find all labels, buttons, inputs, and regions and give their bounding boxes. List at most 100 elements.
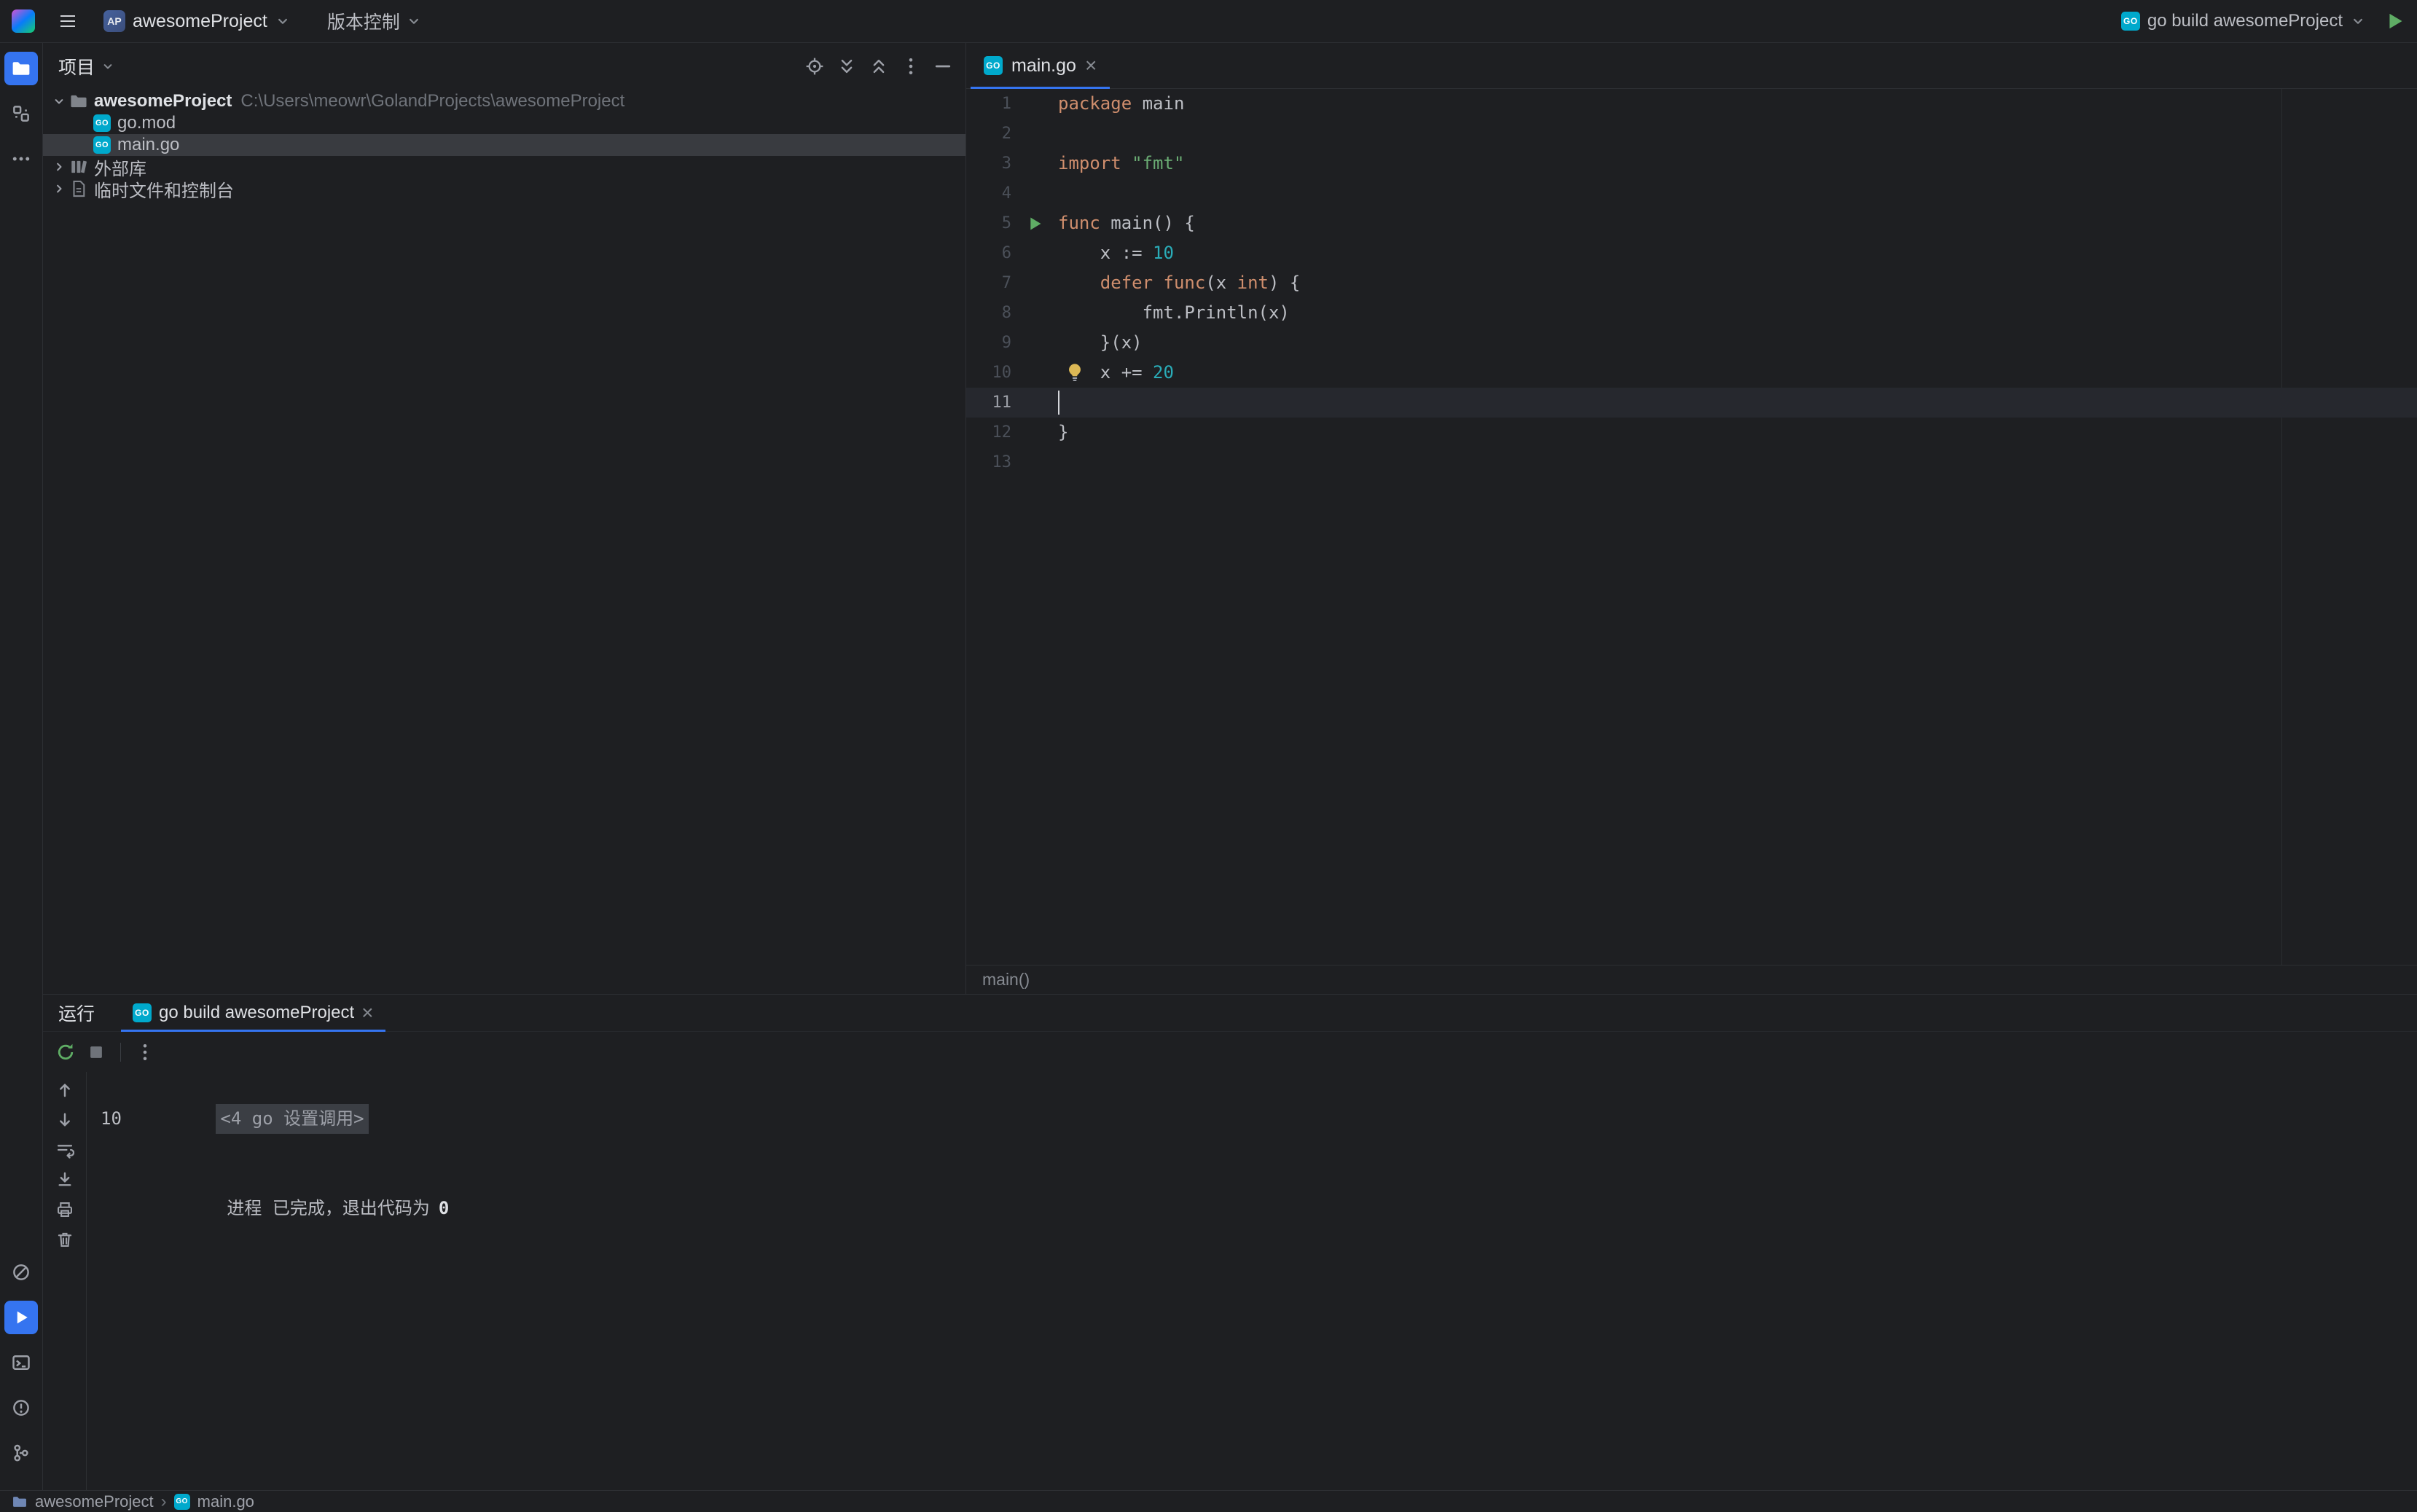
code-text: import "fmt" (1058, 149, 2417, 179)
chevron-right-icon[interactable] (49, 181, 69, 196)
code-line[interactable]: 6 x := 10 (966, 238, 2417, 268)
line-number: 3 (966, 154, 1011, 173)
breadcrumb-separator: › (161, 1492, 167, 1512)
line-number: 1 (966, 95, 1011, 113)
tree-item-label: go.mod (117, 113, 176, 133)
code-text: x += 20 (1058, 358, 2417, 388)
run-button[interactable] (2383, 10, 2405, 32)
stop-icon[interactable] (84, 1040, 109, 1065)
folded-setup-calls[interactable]: <4 go 设置调用> (216, 1104, 368, 1134)
code-line[interactable]: 12} (966, 418, 2417, 447)
soft-wrap-icon[interactable] (52, 1137, 77, 1162)
code-lines: 1package main2 3 import "fmt"4 5 func main()… (966, 89, 2417, 477)
code-text: func main() { (1058, 208, 2417, 238)
status-breadcrumb-project[interactable]: awesomeProject (35, 1492, 154, 1511)
run-config-selector[interactable]: GO go build awesomeProject (2117, 8, 2370, 34)
tree-row-project-root[interactable]: awesomeProject C:\Users\meowr\GolandProj… (43, 90, 965, 112)
version-control-icon[interactable] (4, 1436, 38, 1470)
editor-tab-main-go[interactable]: GO main.go × (971, 43, 1110, 88)
main-menu-icon[interactable] (55, 9, 80, 34)
chevron-down-icon[interactable] (49, 94, 69, 109)
terminal-icon[interactable] (4, 1346, 38, 1379)
print-icon[interactable] (52, 1197, 77, 1222)
run-line-icon[interactable] (1011, 214, 1058, 233)
line-number: 5 (966, 214, 1011, 232)
code-line[interactable]: 1package main (966, 89, 2417, 119)
code-line[interactable]: 2 (966, 119, 2417, 149)
scratch-file-icon (69, 179, 88, 198)
run-tab-label: go build awesomeProject (159, 1003, 354, 1023)
code-line[interactable]: 7 defer func(x int) { (966, 268, 2417, 298)
chevron-down-icon (2350, 13, 2366, 29)
editor-tab-label: main.go (1011, 55, 1076, 77)
project-panel: 项目 (43, 43, 966, 994)
tree-row-go-mod[interactable]: GO go.mod (43, 112, 965, 134)
project-panel-header: 项目 (43, 43, 965, 89)
tree-row-scratches[interactable]: 临时文件和控制台 (43, 178, 965, 200)
rerun-icon[interactable] (53, 1040, 78, 1065)
vcs-widget[interactable]: 版本控制 (321, 5, 428, 37)
more-tool-windows-icon[interactable] (4, 142, 38, 176)
go-file-icon: GO (93, 114, 111, 132)
code-line[interactable]: 9 }(x) (966, 328, 2417, 358)
tree-item-label: main.go (117, 135, 179, 155)
code-line[interactable]: 4 (966, 179, 2417, 208)
hide-icon[interactable] (931, 54, 955, 79)
line-number: 9 (966, 334, 1011, 352)
code-line[interactable]: 5 func main() { (966, 208, 2417, 238)
code-line[interactable]: 10 x += 20 (966, 358, 2417, 388)
code-text: }(x) (1058, 328, 2417, 358)
run-panel-header: 运行 GO go build awesomeProject × (43, 995, 2417, 1032)
exit-message: 进程 已完成，退出代码为 (227, 1198, 429, 1218)
project-widget[interactable]: AP awesomeProject (98, 7, 297, 35)
code-area[interactable]: 1package main2 3 import "fmt"4 5 func main()… (966, 89, 2417, 965)
line-number: 13 (966, 453, 1011, 471)
project-panel-title-label: 项目 (58, 53, 95, 79)
up-stack-icon[interactable] (52, 1078, 77, 1102)
editor: GO main.go × 1package main2 3 import "fmt"… (966, 43, 2417, 994)
chevron-down-icon (406, 13, 422, 29)
console-output[interactable]: <4 go 设置调用> 10 进程 已完成，退出代码为0 (86, 1072, 2417, 1490)
console-gutter (43, 1072, 86, 1490)
expand-all-icon[interactable] (834, 54, 859, 79)
run-body: <4 go 设置调用> 10 进程 已完成，退出代码为0 (43, 1072, 2417, 1490)
scroll-end-icon[interactable] (52, 1167, 77, 1192)
line-number: 6 (966, 244, 1011, 262)
tree-row-external-libraries[interactable]: 外部库 (43, 156, 965, 178)
project-icon[interactable] (4, 52, 38, 85)
clear-icon[interactable] (52, 1227, 77, 1252)
intention-bulb-icon[interactable] (1064, 361, 1086, 383)
status-breadcrumb-file[interactable]: main.go (197, 1492, 254, 1511)
project-panel-title[interactable]: 项目 (58, 53, 115, 79)
code-line[interactable]: 11 (966, 388, 2417, 418)
console-line-folded[interactable]: <4 go 设置调用> (101, 1074, 2417, 1104)
services-icon[interactable] (4, 1256, 38, 1289)
code-line[interactable]: 8 fmt.Println(x) (966, 298, 2417, 328)
breadcrumb[interactable]: main() (982, 970, 1030, 990)
editor-breadcrumb-bar[interactable]: main() (966, 965, 2417, 994)
code-line[interactable]: 3 import "fmt" (966, 149, 2417, 179)
more-icon[interactable] (133, 1040, 157, 1065)
code-text (1058, 179, 2417, 208)
more-icon[interactable] (898, 54, 923, 79)
code-text: defer func(x int) { (1058, 268, 2417, 298)
code-line[interactable]: 13 (966, 447, 2417, 477)
collapse-all-icon[interactable] (866, 54, 891, 79)
project-name: awesomeProject (133, 11, 267, 32)
close-icon[interactable]: × (361, 1003, 373, 1023)
run-toolbar (43, 1032, 2417, 1072)
chevron-right-icon[interactable] (49, 160, 69, 174)
locate-icon[interactable] (802, 54, 827, 79)
run-icon[interactable] (4, 1301, 38, 1334)
code-text (1058, 388, 2417, 418)
tree-row-main-go[interactable]: GO main.go (43, 134, 965, 156)
close-icon[interactable]: × (1085, 55, 1097, 76)
structure-icon[interactable] (4, 97, 38, 130)
code-text: fmt.Println(x) (1058, 298, 2417, 328)
console-line-exit: 进程 已完成，退出代码为0 (101, 1164, 2417, 1194)
tool-stripe (0, 43, 43, 1490)
line-number: 11 (966, 393, 1011, 412)
run-tab-go-build[interactable]: GO go build awesomeProject × (121, 995, 385, 1031)
problems-icon[interactable] (4, 1391, 38, 1425)
down-stack-icon[interactable] (52, 1108, 77, 1132)
